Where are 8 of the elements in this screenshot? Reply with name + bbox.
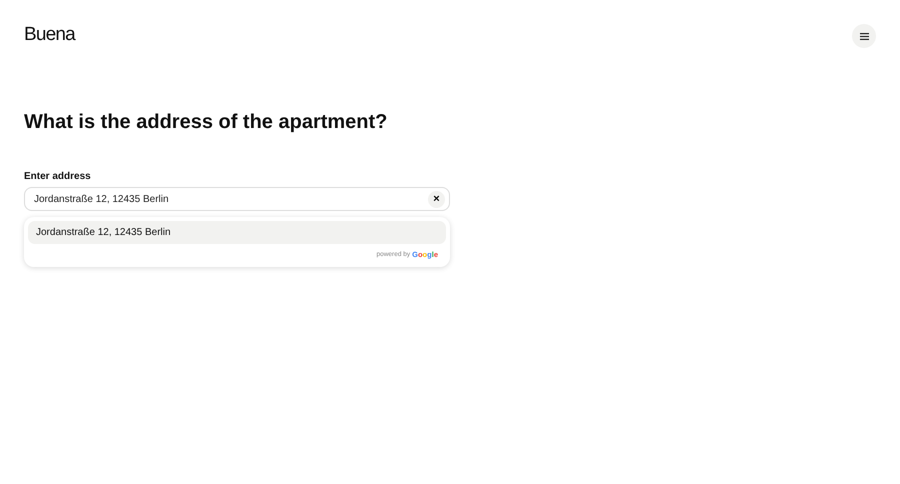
question-heading: What is the address of the apartment? [24, 111, 388, 134]
field-label: Enter address [24, 171, 92, 182]
clear-button[interactable]: × [428, 190, 445, 208]
address-field[interactable]: Jordanstraße 12, 12435 Berlin × [24, 187, 450, 211]
menu-button[interactable] [852, 24, 876, 48]
logo: Buena [24, 24, 75, 46]
menu-icon [860, 32, 868, 40]
suggestion-item[interactable]: Jordanstraße 12, 12435 Berlin [28, 221, 446, 244]
